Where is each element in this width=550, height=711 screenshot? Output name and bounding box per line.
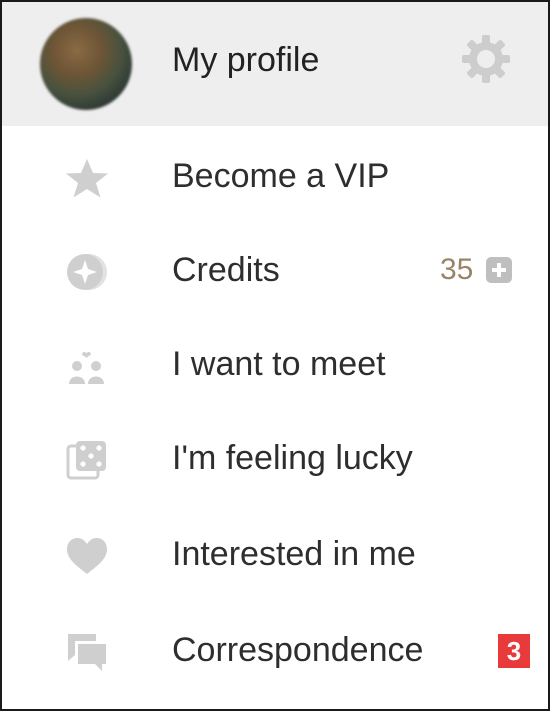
navigation-drawer: My profile Become a VIP Credits 35 I wan… [0, 0, 550, 711]
unread-badge: 3 [498, 634, 530, 668]
menu-item-credits[interactable]: Credits 35 [2, 226, 548, 318]
menu-item-want-to-meet[interactable]: I want to meet [2, 320, 548, 412]
heart-icon [67, 538, 107, 574]
menu-item-label: I want to meet [172, 345, 386, 383]
credits-count: 35 [440, 253, 474, 286]
menu-item-label: I'm feeling lucky [172, 439, 413, 477]
menu-item-label: Credits [172, 251, 280, 289]
chat-icon [68, 634, 106, 671]
menu-item-correspondence[interactable]: Correspondence 3 [2, 606, 548, 698]
menu-item-become-vip[interactable]: Become a VIP [2, 132, 548, 224]
menu-item-label: Become a VIP [172, 157, 390, 195]
avatar[interactable] [40, 18, 132, 110]
star-icon [66, 159, 108, 198]
menu-item-interested-in-me[interactable]: Interested in me [2, 510, 548, 602]
profile-row[interactable]: My profile [2, 2, 548, 126]
coin-icon [67, 254, 107, 290]
profile-label: My profile [172, 41, 320, 79]
gear-icon[interactable] [460, 33, 512, 85]
menu-item-label: Correspondence [172, 631, 424, 669]
plus-icon[interactable] [486, 257, 512, 283]
dice-icon [66, 441, 106, 480]
menu-item-label: Interested in me [172, 535, 416, 573]
couple-icon [69, 351, 104, 384]
menu-item-feeling-lucky[interactable]: I'm feeling lucky [2, 414, 548, 506]
